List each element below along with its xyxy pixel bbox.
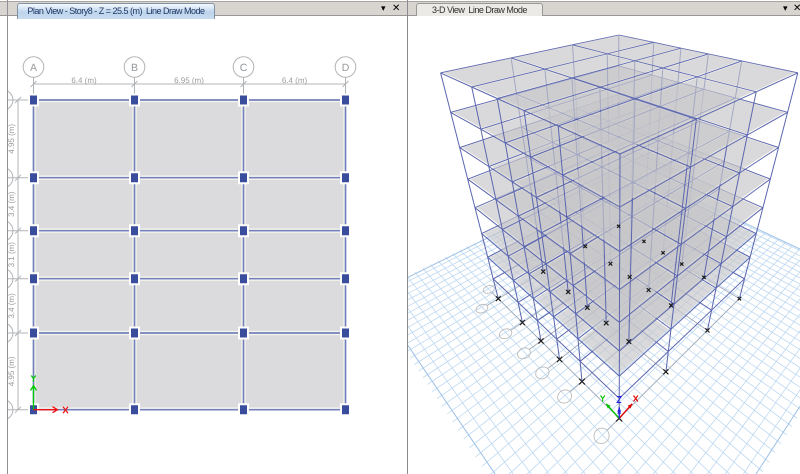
svg-text:B: B — [131, 62, 138, 74]
svg-text:6.95 (m): 6.95 (m) — [174, 76, 204, 85]
svg-text:C: C — [240, 62, 248, 74]
svg-text:D: D — [342, 62, 350, 74]
svg-text:3.4 (m): 3.4 (m) — [8, 293, 16, 319]
svg-text:3.4 (m): 3.4 (m) — [8, 191, 16, 217]
svg-text:4.95 (m): 4.95 (m) — [8, 124, 16, 154]
svg-text:6.4 (m): 6.4 (m) — [71, 76, 97, 85]
svg-text:A: A — [30, 62, 37, 74]
svg-text:4.95 (m): 4.95 (m) — [8, 356, 16, 386]
svg-text:6.4 (m): 6.4 (m) — [282, 76, 308, 85]
svg-text:3.1 (m): 3.1 (m) — [8, 242, 16, 268]
